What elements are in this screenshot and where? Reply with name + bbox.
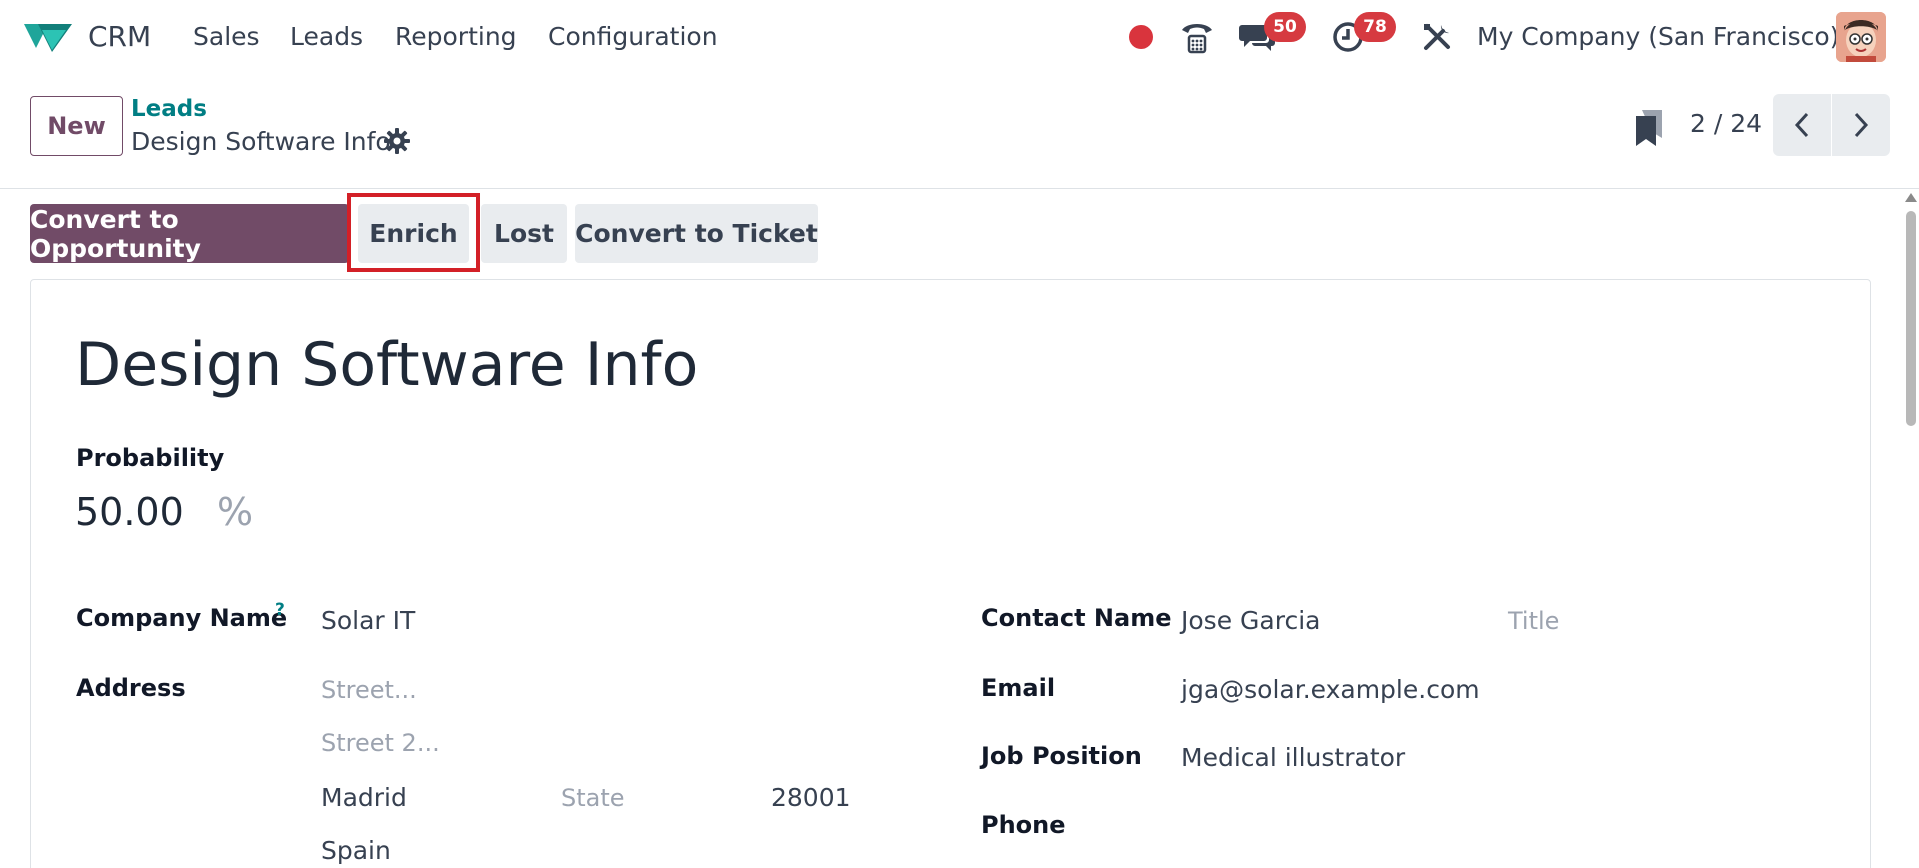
activities-count-badge: 78 xyxy=(1354,12,1396,42)
lost-button[interactable]: Lost xyxy=(481,204,567,263)
street-input[interactable]: Street... xyxy=(321,676,417,704)
zip-input[interactable]: 28001 xyxy=(771,783,851,812)
contact-name-label: Contact Name xyxy=(981,604,1172,632)
company-switcher[interactable]: My Company (San Francisco) xyxy=(1477,22,1839,51)
tools-icon xyxy=(1424,24,1450,50)
new-button[interactable]: New xyxy=(30,96,123,156)
user-avatar[interactable] xyxy=(1836,12,1886,62)
company-name-label: Company Name xyxy=(76,604,288,632)
menu-sales[interactable]: Sales xyxy=(193,22,260,51)
job-position-label: Job Position xyxy=(981,742,1142,770)
page-scrollbar[interactable] xyxy=(1903,189,1919,868)
record-title-field[interactable]: Design Software Info xyxy=(75,330,698,400)
phone-label: Phone xyxy=(981,811,1066,839)
menu-leads[interactable]: Leads xyxy=(290,22,363,51)
phone-input[interactable] xyxy=(1181,812,1581,842)
enrich-button[interactable]: Enrich xyxy=(358,204,469,263)
street2-input[interactable]: Street 2... xyxy=(321,729,440,757)
chevron-right-icon xyxy=(1854,112,1869,138)
record-dot-icon xyxy=(1129,25,1153,49)
country-select[interactable]: Spain xyxy=(321,836,391,865)
messages-count-badge: 50 xyxy=(1264,12,1306,42)
scroll-up-arrow-icon[interactable] xyxy=(1905,193,1917,202)
email-input[interactable]: jga@solar.example.com xyxy=(1181,675,1480,704)
menu-configuration[interactable]: Configuration xyxy=(548,22,718,51)
email-label: Email xyxy=(981,674,1056,702)
title-select[interactable]: Title xyxy=(1508,607,1559,635)
pager-value[interactable]: 2 / 24 xyxy=(1690,109,1762,138)
contact-name-input[interactable]: Jose Garcia xyxy=(1181,606,1320,635)
pager-previous-button[interactable] xyxy=(1773,94,1831,156)
chevron-left-icon xyxy=(1794,112,1809,138)
top-navbar: CRM Sales Leads Reporting Configuration … xyxy=(0,0,1919,74)
breadcrumb-leads[interactable]: Leads xyxy=(131,96,207,122)
probability-label: Probability xyxy=(76,444,225,472)
probability-percent-sign: % xyxy=(217,490,254,534)
help-tooltip-icon[interactable]: ? xyxy=(275,600,285,620)
menu-reporting[interactable]: Reporting xyxy=(395,22,517,51)
gear-icon[interactable] xyxy=(383,127,411,155)
bookmark-icon[interactable] xyxy=(1632,108,1666,148)
state-select[interactable]: State xyxy=(561,784,625,812)
convert-to-opportunity-button[interactable]: Convert to Opportunity xyxy=(30,204,349,263)
crm-logo-icon[interactable] xyxy=(22,18,74,54)
company-name-input[interactable]: Solar IT xyxy=(321,606,415,635)
job-position-input[interactable]: Medical illustrator xyxy=(1181,743,1405,772)
scrollbar-thumb[interactable] xyxy=(1906,211,1916,426)
convert-to-ticket-button[interactable]: Convert to Ticket xyxy=(575,204,818,263)
phone-icon[interactable] xyxy=(1177,18,1217,56)
recording-indicator[interactable] xyxy=(1121,18,1161,56)
control-panel: New Leads Design Software Info 2 / 24 xyxy=(0,74,1919,189)
pager-next-button[interactable] xyxy=(1832,94,1890,156)
probability-input[interactable]: 50.00 xyxy=(75,490,184,534)
debug-tools-button[interactable] xyxy=(1417,18,1457,56)
breadcrumb-current-record: Design Software Info xyxy=(131,127,391,156)
address-label: Address xyxy=(76,674,186,702)
city-input[interactable]: Madrid xyxy=(321,783,407,812)
app-name[interactable]: CRM xyxy=(88,20,151,53)
